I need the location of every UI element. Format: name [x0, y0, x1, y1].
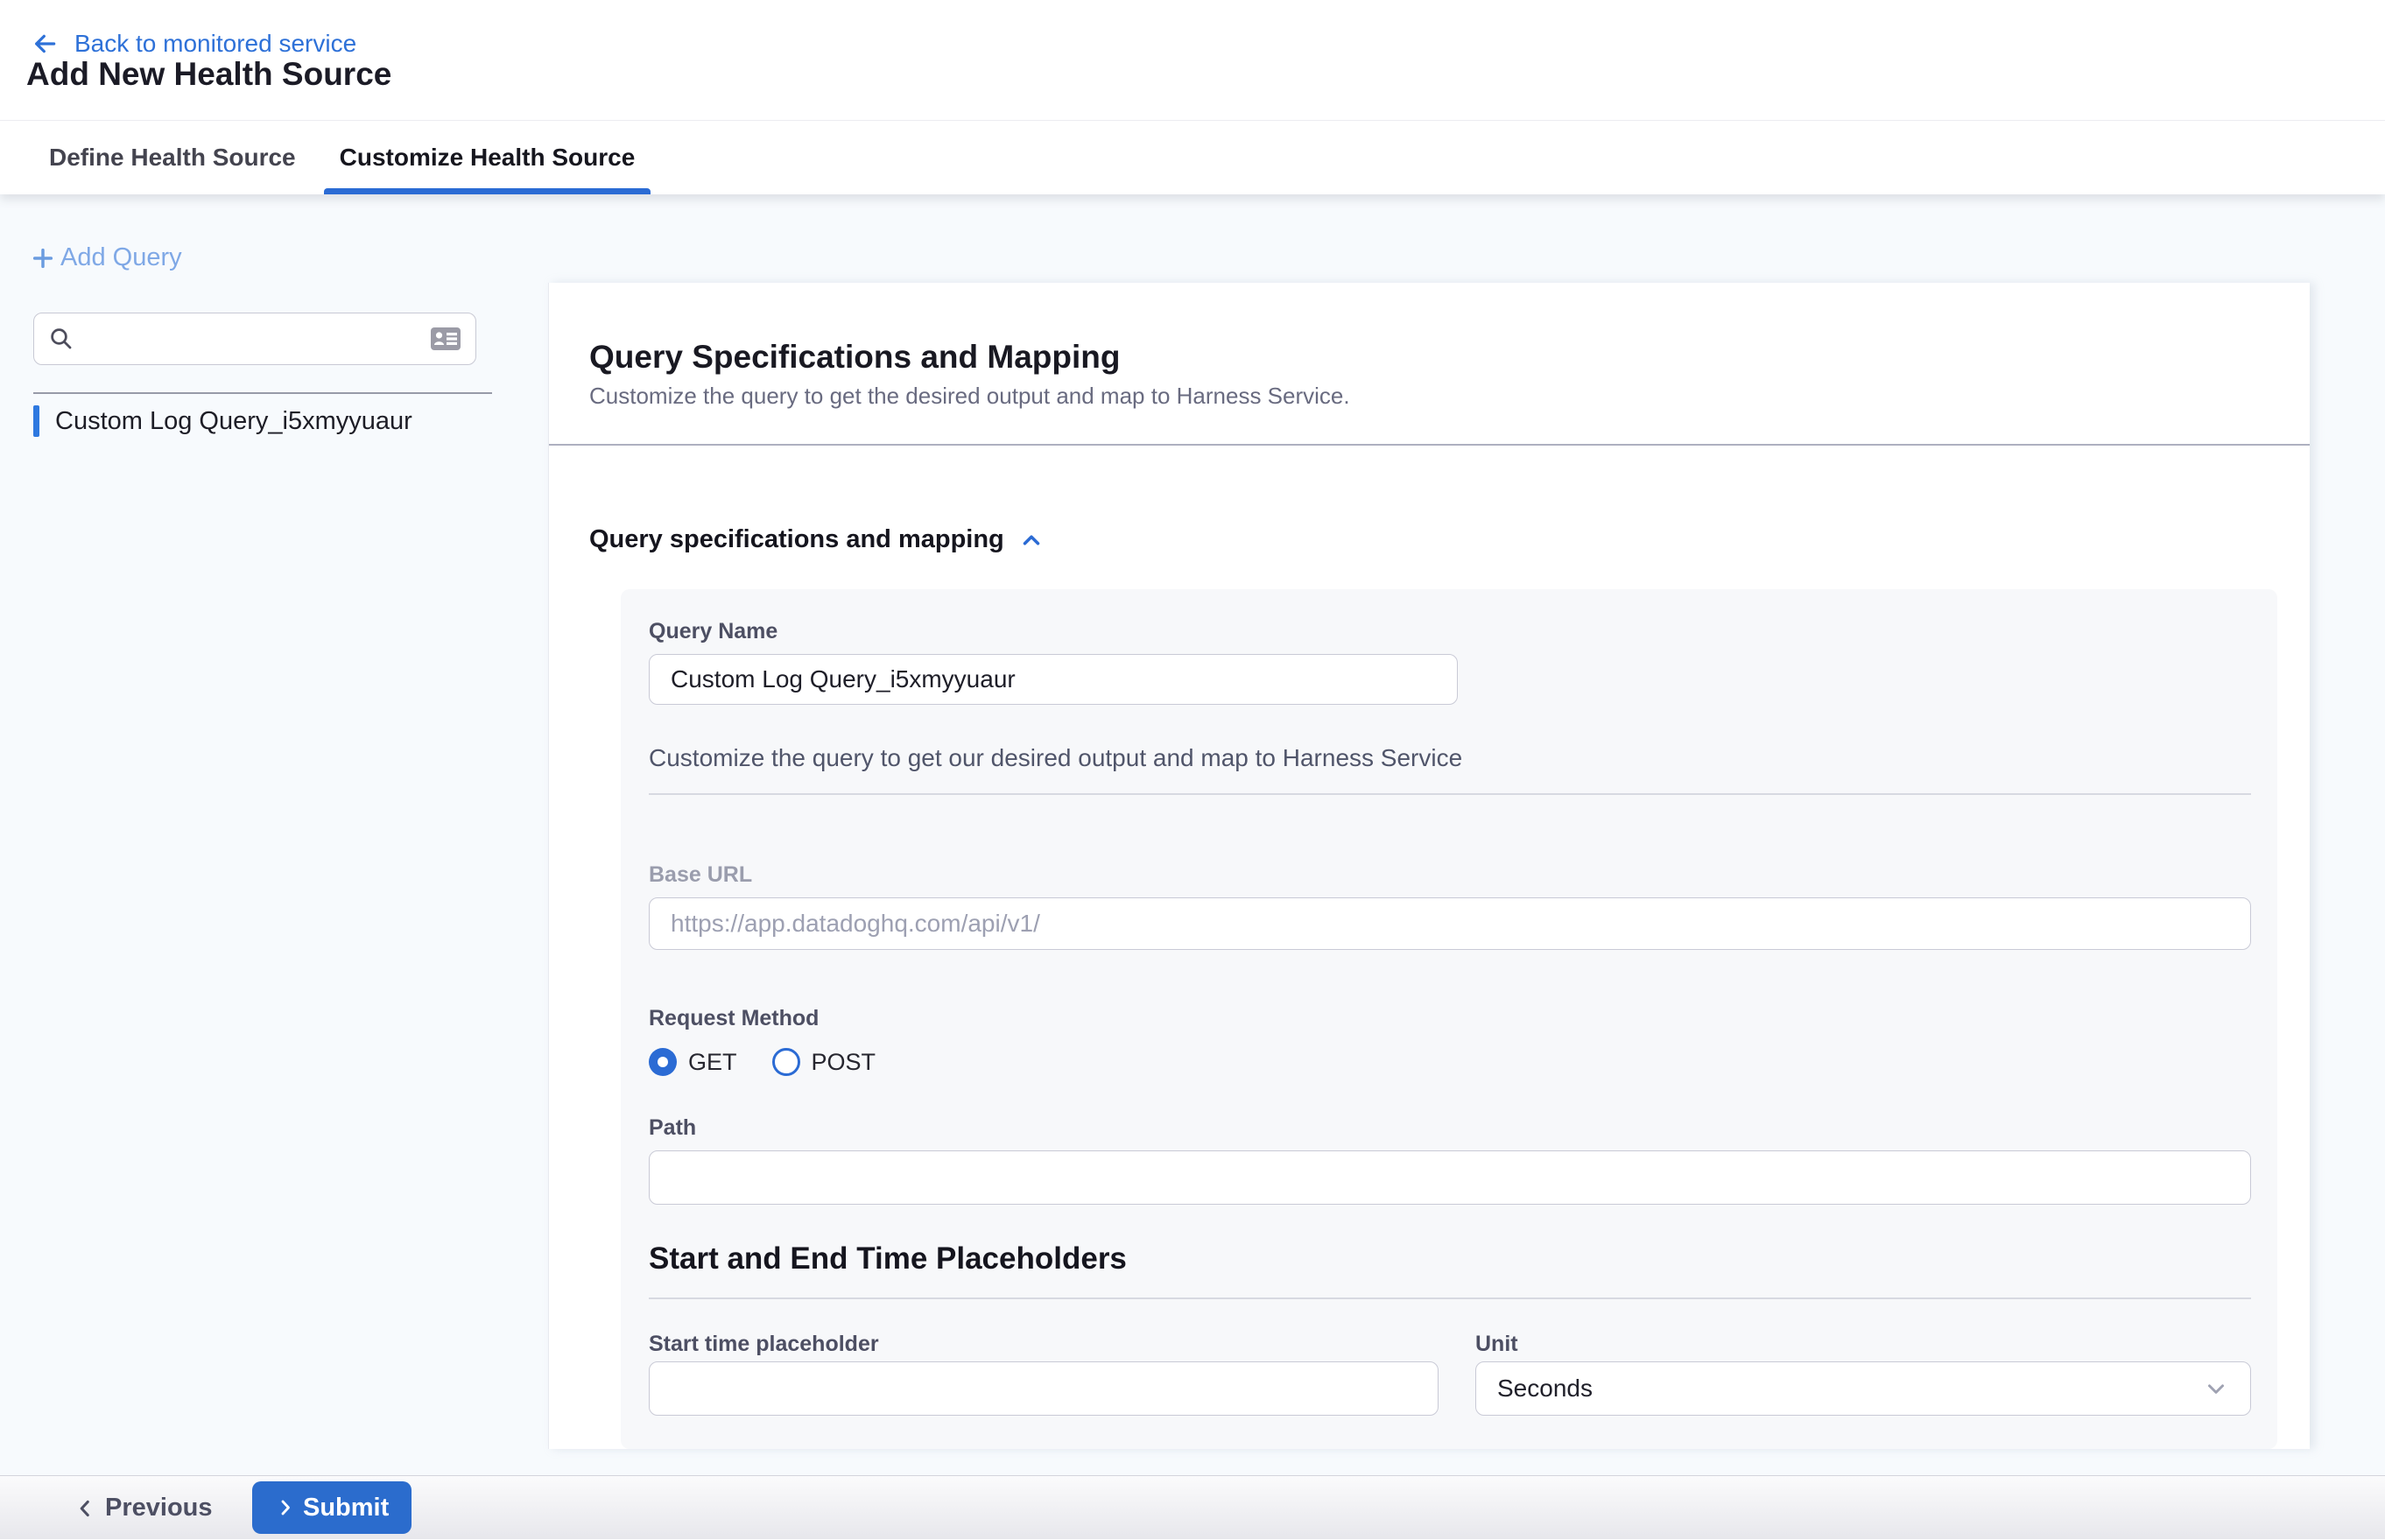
unit-label: Unit: [1475, 1332, 1518, 1357]
query-form-card: Query Name Customize the query to get ou…: [621, 589, 2277, 1449]
add-query-label: Add Query: [60, 243, 182, 272]
selected-query-indicator: [33, 405, 39, 437]
tab-define-health-source[interactable]: Define Health Source: [33, 121, 312, 194]
time-placeholders-heading: Start and End Time Placeholders: [649, 1241, 1127, 1276]
search-input[interactable]: [85, 326, 430, 353]
sidebar-divider: [33, 392, 492, 394]
query-name-input[interactable]: [649, 654, 1458, 705]
add-query-button[interactable]: Add Query: [31, 243, 182, 272]
path-input[interactable]: [649, 1150, 2251, 1205]
tab-bar: Define Health Source Customize Health So…: [0, 121, 2385, 194]
query-search-box: [33, 313, 476, 365]
panel-divider: [549, 444, 2310, 446]
chevron-up-icon[interactable]: [1018, 527, 1045, 553]
start-time-label: Start time placeholder: [649, 1332, 879, 1357]
request-method-label: Request Method: [649, 1006, 819, 1031]
footer-bar: Previous Submit: [0, 1475, 2385, 1539]
radio-get-label[interactable]: GET: [688, 1049, 737, 1076]
query-name-helper: Customize the query to get our desired o…: [649, 744, 1462, 772]
page-header: Back to monitored service Add New Health…: [0, 0, 2385, 121]
form-divider-2: [649, 1297, 2251, 1299]
request-method-group: GET POST: [649, 1048, 876, 1076]
screen: Back to monitored service Add New Health…: [0, 0, 2385, 1539]
radio-post[interactable]: [772, 1048, 800, 1076]
radio-get[interactable]: [649, 1048, 677, 1076]
submit-button-label: Submit: [303, 1494, 389, 1522]
query-list-item[interactable]: Custom Log Query_i5xmyyuaur: [33, 404, 492, 438]
tab-label: Customize Health Source: [340, 144, 636, 172]
chevron-right-icon: [275, 1497, 296, 1518]
section-label: Query specifications and mapping: [589, 525, 1004, 554]
back-link-label: Back to monitored service: [74, 30, 356, 58]
base-url-input[interactable]: [649, 897, 2251, 950]
plus-icon: [31, 246, 55, 271]
submit-button[interactable]: Submit: [252, 1481, 412, 1534]
tab-label: Define Health Source: [49, 144, 296, 172]
search-icon: [48, 326, 74, 352]
radio-post-label[interactable]: POST: [812, 1049, 876, 1076]
active-tab-underline: [324, 188, 651, 194]
form-divider-1: [649, 793, 2251, 795]
chevron-left-icon: [74, 1497, 96, 1520]
query-item-label: Custom Log Query_i5xmyyuaur: [55, 407, 412, 436]
previous-button[interactable]: Previous: [74, 1476, 213, 1540]
path-label: Path: [649, 1115, 696, 1141]
panel-title: Query Specifications and Mapping: [589, 339, 1121, 376]
address-card-icon[interactable]: [430, 327, 461, 351]
page-title: Add New Health Source: [26, 56, 391, 93]
main-panel: Query Specifications and Mapping Customi…: [548, 283, 2310, 1449]
back-arrow-icon: [31, 30, 59, 58]
tab-customize-health-source[interactable]: Customize Health Source: [324, 121, 651, 194]
collapsible-section-header[interactable]: Query specifications and mapping: [589, 525, 1045, 554]
base-url-label: Base URL: [649, 862, 752, 888]
unit-select-value: Seconds: [1497, 1375, 1593, 1403]
back-link[interactable]: Back to monitored service: [31, 30, 356, 58]
previous-button-label: Previous: [105, 1494, 213, 1522]
start-time-input[interactable]: [649, 1361, 1439, 1416]
content-area: Add Query Custom Log Query_i5xmyyuaur: [0, 194, 2385, 1475]
chevron-down-icon: [2203, 1375, 2229, 1402]
panel-subtitle: Customize the query to get the desired o…: [589, 383, 1350, 410]
query-name-label: Query Name: [649, 619, 777, 644]
unit-select[interactable]: Seconds: [1475, 1361, 2251, 1416]
